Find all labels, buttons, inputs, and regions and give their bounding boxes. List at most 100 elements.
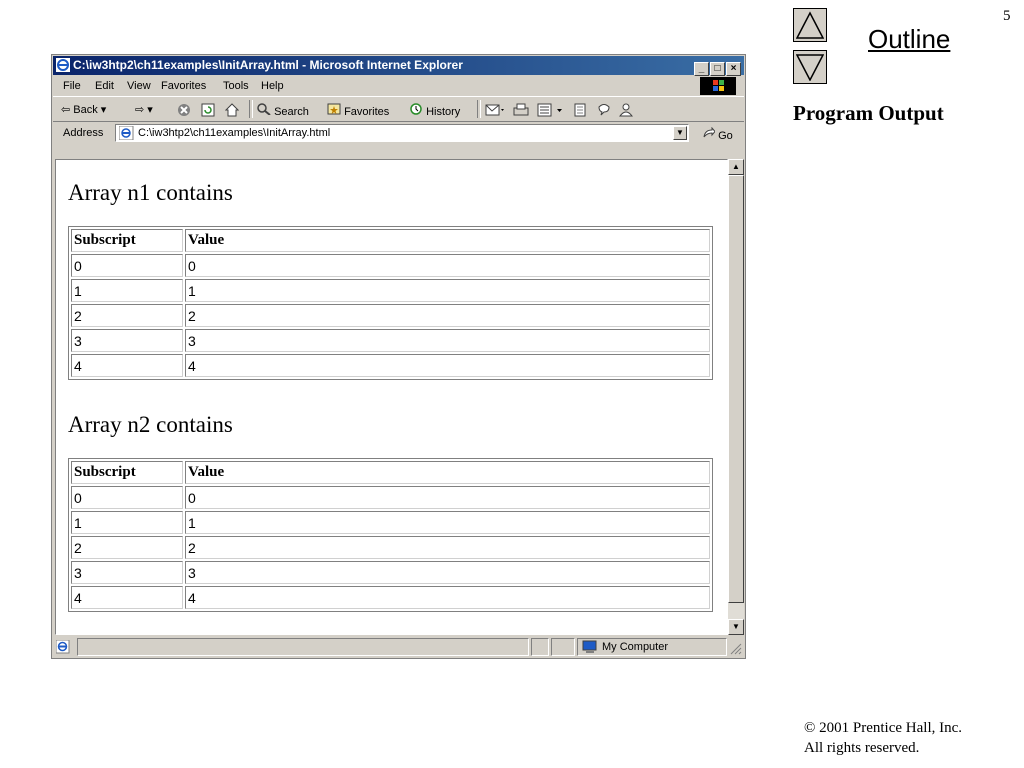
- address-value: C:\iw3htp2\ch11examples\InitArray.html: [138, 127, 331, 139]
- value-cell: 3: [185, 329, 710, 352]
- status-text-panel: [77, 638, 529, 656]
- zone-label: My Computer: [602, 641, 669, 653]
- copyright: © 2001 Prentice Hall, Inc. All rights re…: [804, 718, 962, 758]
- value-cell: 3: [185, 561, 710, 584]
- toolbar-separator: [477, 100, 481, 118]
- value-cell: 0: [185, 486, 710, 509]
- menu-file[interactable]: File: [63, 80, 81, 92]
- table-header-row: Subscript Value: [71, 229, 710, 252]
- subscript-cell: 0: [71, 254, 183, 277]
- scroll-up-button[interactable]: ▲: [728, 159, 744, 175]
- value-cell: 1: [185, 279, 710, 302]
- stop-icon[interactable]: [177, 103, 191, 120]
- menu-bar: File Edit View Favorites Tools Help: [53, 76, 744, 97]
- user-icon[interactable]: [618, 103, 634, 120]
- table-row: 33: [71, 329, 710, 352]
- forward-button[interactable]: ⇨ ▾: [135, 103, 153, 116]
- title-bar[interactable]: C:\iw3htp2\ch11examples\InitArray.html -…: [53, 56, 744, 76]
- back-button[interactable]: ⇦ Back ▾: [61, 103, 106, 116]
- favorites-button[interactable]: Favorites: [327, 103, 389, 118]
- history-button[interactable]: History: [409, 103, 460, 118]
- favorites-icon: [327, 103, 341, 115]
- slide-number: 5: [1003, 8, 1011, 24]
- messenger-icon[interactable]: [597, 103, 611, 120]
- history-icon: [410, 103, 422, 115]
- copyright-line-1: © 2001 Prentice Hall, Inc.: [804, 720, 963, 736]
- table-row: 11: [71, 279, 710, 302]
- vertical-scrollbar[interactable]: ▲ ▼: [728, 159, 744, 635]
- edit-icon[interactable]: [537, 103, 565, 120]
- minimize-button[interactable]: _: [694, 62, 709, 76]
- array-table: Subscript Value 00 11 22 33 44: [68, 226, 713, 380]
- refresh-icon[interactable]: [201, 103, 215, 120]
- page-content: Array n1 contains Subscript Value 00 11 …: [55, 159, 728, 635]
- subscript-cell: 1: [71, 279, 183, 302]
- menu-tools[interactable]: Tools: [223, 80, 249, 92]
- menu-edit[interactable]: Edit: [95, 80, 114, 92]
- print-icon[interactable]: [513, 103, 529, 120]
- table-row: 44: [71, 586, 710, 609]
- scroll-thumb[interactable]: [728, 175, 744, 603]
- previous-slide-button[interactable]: [793, 8, 827, 42]
- address-label: Address: [63, 127, 104, 139]
- subscript-cell: 4: [71, 586, 183, 609]
- history-label: History: [426, 106, 461, 118]
- menu-help[interactable]: Help: [261, 80, 284, 92]
- favorites-label: Favorites: [344, 106, 390, 118]
- go-arrow-icon: [703, 126, 716, 138]
- windows-logo-icon: [700, 77, 736, 95]
- discuss-icon[interactable]: [573, 103, 587, 120]
- table-row: 33: [71, 561, 710, 584]
- zone-panel: My Computer: [577, 638, 727, 656]
- menu-view[interactable]: View: [127, 80, 151, 92]
- value-cell: 4: [185, 354, 710, 377]
- resize-grip-icon[interactable]: [730, 643, 742, 655]
- go-label: Go: [718, 130, 733, 142]
- scroll-down-button[interactable]: ▼: [728, 619, 744, 635]
- triangle-up-icon: [796, 11, 824, 39]
- column-header: Subscript: [71, 229, 183, 252]
- column-header: Value: [185, 461, 710, 484]
- window-title: C:\iw3htp2\ch11examples\InitArray.html -…: [73, 58, 463, 72]
- array-table: Subscript Value 00 11 22 33 44: [68, 458, 713, 612]
- page-status-icon: [56, 640, 70, 654]
- column-header: Value: [185, 229, 710, 252]
- address-bar: Address C:\iw3htp2\ch11examples\InitArra…: [53, 122, 744, 144]
- maximize-button[interactable]: □: [710, 62, 725, 76]
- close-button[interactable]: ×: [726, 62, 741, 76]
- subscript-cell: 4: [71, 354, 183, 377]
- table-row: 11: [71, 511, 710, 534]
- value-cell: 2: [185, 304, 710, 327]
- outline-link[interactable]: Outline: [868, 24, 950, 55]
- value-cell: 1: [185, 511, 710, 534]
- table-row: 22: [71, 536, 710, 559]
- mail-icon[interactable]: [485, 103, 505, 120]
- ie-logo-icon: [56, 58, 70, 72]
- table-row: 22: [71, 304, 710, 327]
- array-heading: Array n2 contains: [68, 412, 233, 437]
- column-header: Subscript: [71, 461, 183, 484]
- go-button[interactable]: Go: [703, 126, 733, 142]
- menu-favorites[interactable]: Favorites: [161, 80, 206, 92]
- status-panel: [551, 638, 575, 656]
- slide-heading: Program Output: [793, 101, 944, 125]
- array-heading: Array n1 contains: [68, 180, 233, 205]
- value-cell: 4: [185, 586, 710, 609]
- status-bar: My Computer: [53, 637, 744, 657]
- search-button[interactable]: Search: [257, 103, 309, 118]
- subscript-cell: 1: [71, 511, 183, 534]
- value-cell: 2: [185, 536, 710, 559]
- subscript-cell: 2: [71, 536, 183, 559]
- table-header-row: Subscript Value: [71, 461, 710, 484]
- home-icon[interactable]: [224, 103, 240, 120]
- subscript-cell: 0: [71, 486, 183, 509]
- address-dropdown-button[interactable]: ▼: [673, 126, 687, 140]
- table-row: 00: [71, 486, 710, 509]
- table-row: 44: [71, 354, 710, 377]
- toolbar-separator: [249, 100, 253, 118]
- address-input[interactable]: C:\iw3htp2\ch11examples\InitArray.html ▼: [115, 124, 689, 142]
- page-icon: [119, 126, 134, 140]
- subscript-cell: 3: [71, 561, 183, 584]
- subscript-cell: 3: [71, 329, 183, 352]
- next-slide-button[interactable]: [793, 50, 827, 84]
